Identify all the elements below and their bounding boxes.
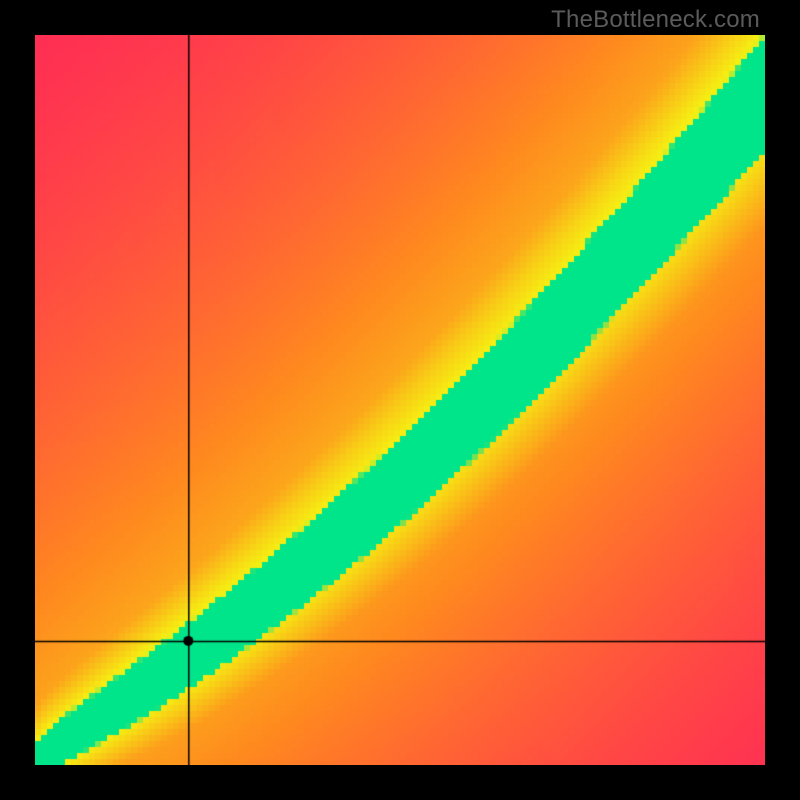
heatmap-plot (35, 35, 765, 765)
watermark-label: TheBottleneck.com (551, 6, 760, 34)
chart-frame: TheBottleneck.com (0, 0, 800, 800)
heatmap-canvas (35, 35, 765, 765)
